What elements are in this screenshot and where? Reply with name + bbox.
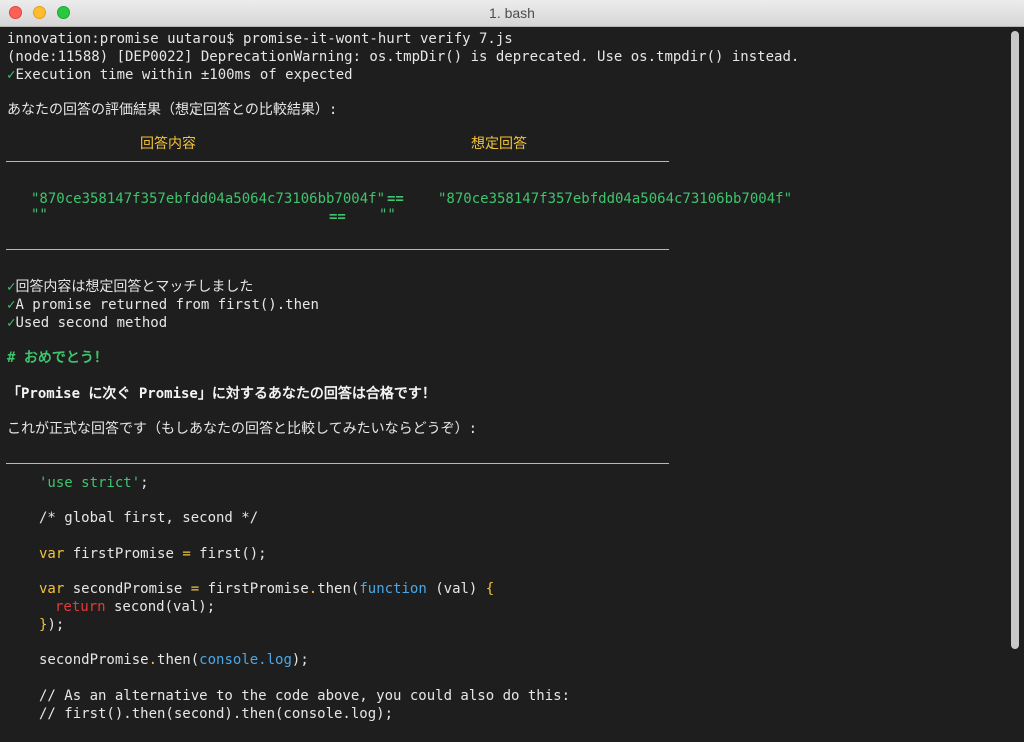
code-ident: firstPromise [64, 546, 183, 562]
code-punct: ); [47, 617, 65, 633]
code-operator: = [182, 546, 191, 562]
exec-time-text: Execution time within ±100ms of expected [15, 67, 353, 83]
code-string: 'use strict' [39, 475, 141, 491]
prompt-line: innovation:promise uutarou$ promise-it-w… [7, 31, 513, 47]
code-ident: firstPromise [199, 581, 309, 597]
pass-message: 「Promise に次ぐ Promise」に対するあなたの回答は合格です！ [7, 386, 436, 402]
code-params: (val) [426, 581, 486, 597]
code-operator: . [308, 581, 318, 597]
result-line: ✓A promise returned from first().then [7, 296, 319, 314]
code-punct: ); [291, 652, 309, 668]
row1-actual: "870ce358147f357ebfdd04a5064c73106bb7004… [31, 191, 386, 207]
row2-operator: == [329, 209, 346, 225]
row1-expected: "870ce358147f357ebfdd04a5064c73106bb7004… [438, 191, 793, 207]
code-line: }); [39, 616, 64, 634]
code-call: then( [157, 652, 200, 668]
row2-expected: "" [379, 207, 396, 223]
code-top-rule [6, 463, 669, 464]
result-text: 回答内容は想定回答とマッチしました [15, 279, 254, 295]
code-comment: /* global first, second */ [39, 510, 259, 526]
title-bar[interactable]: 1. bash [0, 0, 1024, 27]
code-ident: secondPromise [39, 652, 149, 668]
deprecation-warning: (node:11588) [DEP0022] DeprecationWarnin… [7, 49, 800, 65]
code-builtin: console.log [199, 652, 292, 668]
code-expr: second(val); [105, 599, 216, 615]
code-call: first(); [190, 546, 267, 562]
code-comment: // As an alternative to the code above, … [39, 688, 571, 704]
code-call: then( [317, 581, 360, 597]
column-header-expected: 想定回答 [471, 136, 527, 152]
row2-actual: "" [31, 207, 48, 223]
terminal-output[interactable]: innovation:promise uutarou$ promise-it-w… [0, 27, 1006, 742]
code-keyword: var [39, 546, 65, 562]
result-text: A promise returned from first().then [15, 297, 319, 313]
code-line: 'use strict'; [39, 474, 149, 492]
code-line: var secondPromise = firstPromise.then(fu… [39, 580, 494, 598]
table-top-rule [6, 161, 669, 162]
code-brace: { [485, 581, 495, 597]
code-keyword: var [39, 581, 65, 597]
exec-time-line: ✓Execution time within ±100ms of expecte… [7, 66, 353, 84]
eval-heading: あなたの回答の評価結果（想定回答との比較結果）: [7, 102, 338, 118]
table-bottom-rule [6, 249, 669, 250]
result-line: ✓回答内容は想定回答とマッチしました [7, 278, 253, 296]
column-header-actual: 回答内容 [140, 136, 196, 152]
result-line: ✓Used second method [7, 314, 167, 332]
terminal-window: 1. bash innovation:promise uutarou$ prom… [0, 0, 1024, 742]
code-line: var firstPromise = first(); [39, 545, 267, 563]
scrollbar-thumb[interactable] [1011, 31, 1019, 649]
code-ident: secondPromise [64, 581, 191, 597]
vertical-scrollbar[interactable] [1006, 27, 1024, 742]
code-keyword: function [359, 581, 427, 597]
code-keyword: return [55, 599, 106, 615]
code-line: secondPromise.then(console.log); [39, 651, 309, 669]
result-text: Used second method [15, 315, 168, 331]
code-punct: ; [140, 475, 149, 491]
official-intro: これが正式な回答です（もしあなたの回答と比較してみたいならどうぞ）: [7, 421, 478, 437]
code-line: return second(val); [55, 598, 215, 616]
code-operator: . [148, 652, 158, 668]
code-operator: = [190, 581, 200, 597]
window-title: 1. bash [489, 5, 535, 21]
code-comment: // first().then(second).then(console.log… [39, 706, 394, 722]
congrats-heading: # おめでとう！ [7, 350, 108, 366]
